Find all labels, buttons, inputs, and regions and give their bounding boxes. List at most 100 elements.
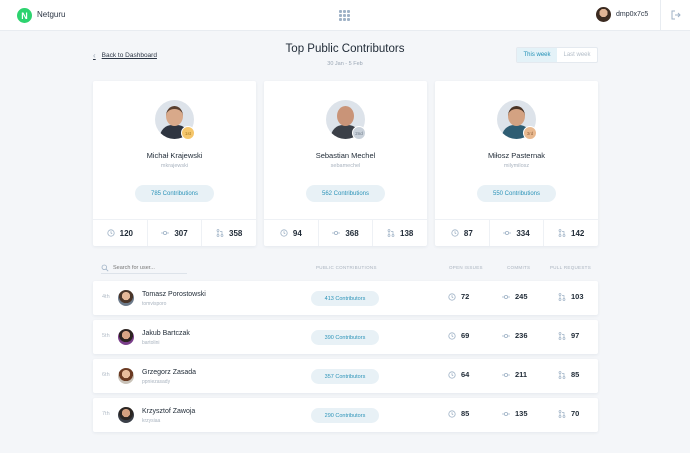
rank-badge: 1st	[181, 126, 195, 140]
pull-request-icon	[558, 370, 566, 379]
user-avatar[interactable]	[596, 7, 611, 22]
row-contributions-badge[interactable]: 413 Contributors	[311, 291, 379, 306]
row-name[interactable]: Jakub Bartczak	[142, 330, 190, 337]
column-header-commits[interactable]: COMMITS	[507, 265, 530, 270]
pull-requests-stat: 358	[202, 220, 256, 246]
row-pull-requests: 97	[558, 331, 579, 340]
top-contributor-card[interactable]: 3rd Miłosz Pasternak milymilosz 550 Cont…	[435, 81, 598, 246]
pull-request-icon	[558, 409, 566, 418]
contributor-handle: milymilosz	[503, 163, 530, 169]
row-name[interactable]: Grzegorz Zasada	[142, 369, 196, 376]
row-rank: 4th	[102, 294, 110, 300]
commits-value: 236	[515, 331, 528, 340]
row-commits: 211	[502, 370, 527, 379]
this-week-button[interactable]: This week	[517, 48, 557, 62]
table-row[interactable]: 5th Jakub Bartczak bartolini 390 Contrib…	[93, 320, 598, 354]
row-rank: 6th	[102, 372, 110, 378]
stats-bar: 120 307 358	[93, 219, 256, 246]
open-issues-value: 72	[461, 292, 470, 301]
row-contributions-badge[interactable]: 290 Contributors	[311, 408, 379, 423]
row-contributions-badge[interactable]: 357 Contributors	[311, 369, 379, 384]
row-open-issues: 69	[448, 331, 469, 340]
commits-value: 245	[515, 292, 528, 301]
search-input[interactable]	[113, 264, 187, 271]
commits-value: 135	[515, 409, 528, 418]
clock-icon	[448, 292, 456, 301]
pull-requests-stat: 138	[373, 220, 427, 246]
row-contributions-badge[interactable]: 390 Contributors	[311, 330, 379, 345]
contributions-badge[interactable]: 550 Contributions	[477, 185, 556, 202]
table-row[interactable]: 7th Krzysztof Zawoja krzysiaa 290 Contri…	[93, 398, 598, 432]
apps-grid-icon[interactable]	[339, 10, 350, 21]
commits-stat: 307	[148, 220, 203, 246]
commit-icon	[502, 411, 510, 416]
row-handle: ppniezasady	[142, 379, 171, 385]
open-issues-stat: 120	[93, 220, 148, 246]
netguru-logo[interactable]: N	[17, 8, 32, 23]
row-commits: 135	[502, 409, 528, 418]
contributions-badge[interactable]: 785 Contributions	[135, 185, 214, 202]
username[interactable]: dmp0x7c5	[616, 11, 648, 18]
row-name[interactable]: Krzysztof Zawoja	[142, 408, 195, 415]
commits-value: 368	[345, 228, 359, 238]
contributor-name: Sebastian Mechel	[315, 151, 376, 160]
contributor-name: Michał Krajewski	[146, 151, 203, 160]
logout-icon[interactable]	[671, 10, 681, 20]
avatar	[118, 290, 134, 306]
row-rank: 5th	[102, 333, 110, 339]
commit-icon	[502, 372, 510, 377]
week-toggle: This week Last week	[516, 47, 598, 63]
row-commits: 236	[502, 331, 528, 340]
commits-value: 334	[516, 228, 530, 238]
row-name[interactable]: Tomasz Porostowski	[142, 291, 206, 298]
commit-icon	[502, 294, 510, 299]
commits-value: 211	[515, 370, 528, 379]
brand-name: Netguru	[37, 10, 66, 19]
top-contributor-card[interactable]: 2nd Sebastian Mechel sebamechel 562 Cont…	[264, 81, 427, 246]
open-issues-stat: 94	[264, 220, 319, 246]
avatar	[118, 368, 134, 384]
commit-icon	[503, 231, 512, 236]
open-issues-stat: 87	[435, 220, 490, 246]
pull-requests-value: 70	[571, 409, 580, 418]
column-header-pull-requests[interactable]: PULL REQUESTS	[550, 265, 591, 270]
contributions-badge[interactable]: 562 Contributions	[306, 185, 385, 202]
row-commits: 245	[502, 292, 528, 301]
pull-requests-value: 358	[229, 228, 243, 238]
row-pull-requests: 103	[558, 292, 584, 301]
table-row[interactable]: 4th Tomasz Porostowski tomvisporo 413 Co…	[93, 281, 598, 315]
open-issues-value: 64	[461, 370, 470, 379]
row-pull-requests: 85	[558, 370, 579, 379]
commits-stat: 368	[319, 220, 374, 246]
search-icon	[101, 264, 109, 271]
clock-icon	[448, 409, 456, 418]
open-issues-value: 87	[463, 228, 473, 238]
row-handle: bartolini	[142, 340, 160, 346]
top-bar: N Netguru dmp0x7c5	[0, 0, 690, 31]
stats-bar: 94 368 138	[264, 219, 427, 246]
row-open-issues: 64	[448, 370, 469, 379]
pull-request-icon	[558, 292, 566, 301]
row-handle: tomvisporo	[142, 301, 167, 307]
table-row[interactable]: 6th Grzegorz Zasada ppniezasady 357 Cont…	[93, 359, 598, 393]
pull-requests-value: 138	[400, 228, 414, 238]
column-header-contributions[interactable]: PUBLIC CONTRIBUTIONS	[316, 265, 377, 270]
pull-request-icon	[558, 331, 566, 340]
last-week-button[interactable]: Last week	[557, 48, 597, 62]
row-rank: 7th	[102, 411, 110, 417]
pull-request-icon	[387, 229, 395, 237]
user-search	[101, 262, 187, 274]
rank-badge: 2nd	[352, 126, 366, 140]
clock-icon	[107, 229, 115, 237]
open-issues-value: 69	[461, 331, 470, 340]
top-contributor-card[interactable]: 1st Michał Krajewski mkrajewski 785 Cont…	[93, 81, 256, 246]
stats-bar: 87 334 142	[435, 219, 598, 246]
row-handle: krzysiaa	[142, 418, 161, 424]
pull-requests-value: 85	[571, 370, 580, 379]
column-header-open-issues[interactable]: OPEN ISSUES	[449, 265, 483, 270]
clock-icon	[451, 229, 459, 237]
row-pull-requests: 70	[558, 409, 579, 418]
open-issues-value: 120	[119, 228, 134, 238]
avatar	[118, 329, 134, 345]
pull-requests-value: 97	[571, 331, 580, 340]
